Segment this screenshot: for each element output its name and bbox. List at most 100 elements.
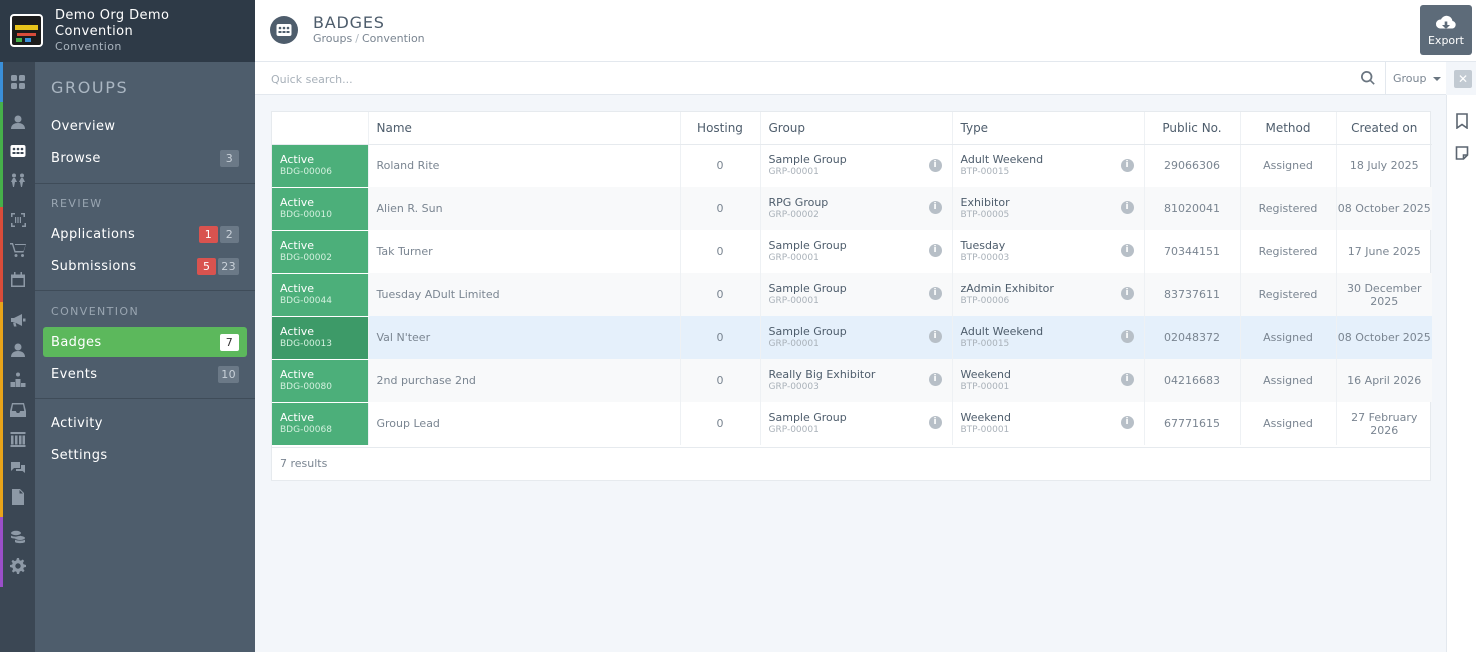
info-icon[interactable]: i — [928, 158, 942, 172]
status-cell: Active BDG-00068 — [272, 402, 368, 446]
info-icon[interactable]: i — [1120, 244, 1134, 257]
bookmark-icon[interactable] — [1455, 113, 1471, 130]
nav-divider — [35, 290, 255, 291]
search-icon[interactable] — [1361, 70, 1377, 86]
info-icon[interactable]: i — [928, 287, 942, 300]
nav-item-activity[interactable]: Activity — [43, 408, 247, 438]
nav-item-applications[interactable]: Applications 1 2 — [43, 219, 247, 249]
info-icon[interactable]: i — [1120, 373, 1134, 386]
column-header-public-no[interactable]: Public No. — [1143, 112, 1240, 145]
type-code: BTP-00003 — [960, 253, 1010, 263]
group-name[interactable]: Really Big Exhibitor — [769, 368, 952, 381]
badge-name[interactable]: Tak Turner — [367, 230, 680, 273]
document-icon[interactable] — [8, 487, 28, 507]
group-filter-dropdown[interactable]: Group — [1385, 62, 1446, 95]
table-row[interactable]: Active BDG-00010 Alien R. Sun 0 RPG Group… — [272, 187, 1432, 231]
badge-code: BDG-00068 — [280, 425, 332, 435]
megaphone-icon[interactable] — [8, 310, 28, 330]
badge-name[interactable]: Roland Rite — [367, 144, 680, 187]
badge-name[interactable]: Val N'teer — [367, 316, 680, 359]
badge-name[interactable]: Tuesday ADult Limited — [367, 273, 680, 316]
info-icon[interactable]: i — [928, 244, 942, 257]
export-button[interactable]: Export — [1420, 5, 1472, 55]
public-no: 29066306 — [1143, 144, 1240, 187]
ranking-icon[interactable] — [8, 370, 28, 390]
user-icon[interactable] — [8, 112, 28, 132]
info-icon[interactable]: i — [928, 201, 942, 214]
nav-item-submissions[interactable]: Submissions 5 23 — [43, 251, 247, 281]
table-row[interactable]: Active BDG-00080 2nd purchase 2nd 0 Reall… — [272, 359, 1432, 403]
groups-icon[interactable] — [8, 170, 28, 190]
badge-name[interactable]: Alien R. Sun — [367, 187, 680, 230]
org-logo — [10, 14, 43, 47]
type-name[interactable]: Weekend — [961, 368, 1144, 381]
column-header-group[interactable]: Group — [759, 112, 952, 145]
person-icon[interactable] — [8, 340, 28, 360]
badge-name[interactable]: 2nd purchase 2nd — [367, 359, 680, 402]
method-value: Registered — [1239, 230, 1336, 273]
info-icon[interactable]: i — [1120, 201, 1134, 214]
note-icon[interactable] — [1455, 145, 1471, 161]
close-icon[interactable]: ✕ — [1454, 70, 1472, 88]
type-name[interactable]: Exhibitor — [961, 196, 1144, 209]
info-icon[interactable]: i — [928, 373, 942, 386]
column-header-type[interactable]: Type — [951, 112, 1144, 145]
results-count: 7 results — [280, 457, 328, 470]
breadcrumb-groups[interactable]: Groups — [313, 32, 352, 45]
group-name[interactable]: Sample Group — [769, 282, 952, 295]
table-row[interactable]: Active BDG-00006 Roland Rite 0 Sample Gro… — [272, 144, 1432, 188]
chat-icon[interactable] — [8, 458, 28, 478]
column-header-hosting[interactable]: Hosting — [679, 112, 760, 145]
nav-item-settings[interactable]: Settings — [43, 440, 247, 470]
table-row-selected[interactable]: Active BDG-00013 Val N'teer 0 Sample Grou… — [272, 316, 1432, 360]
info-icon[interactable]: i — [928, 416, 942, 429]
column-header-name[interactable]: Name — [367, 112, 680, 145]
group-name[interactable]: RPG Group — [769, 196, 952, 209]
nav-item-events[interactable]: Events 10 — [43, 359, 247, 389]
group-name[interactable]: Sample Group — [769, 411, 952, 424]
type-code: BTP-00001 — [960, 382, 1010, 392]
table-row[interactable]: Active BDG-00044 Tuesday ADult Limited 0 … — [272, 273, 1432, 317]
created-date: 08 October 2025 — [1335, 187, 1432, 230]
badge-icon[interactable] — [8, 141, 28, 161]
type-name[interactable]: zAdmin Exhibitor — [961, 282, 1144, 295]
info-icon[interactable]: i — [1120, 158, 1134, 172]
type-name[interactable]: Adult Weekend — [961, 325, 1144, 338]
group-name[interactable]: Sample Group — [769, 325, 952, 338]
info-icon[interactable]: i — [1120, 416, 1134, 429]
library-icon[interactable] — [8, 429, 28, 449]
info-icon[interactable]: i — [928, 330, 942, 343]
status-cell: Active BDG-00013 — [272, 316, 368, 360]
status-badge: Active — [280, 239, 315, 252]
quick-search-input[interactable] — [271, 69, 1351, 89]
dashboard-icon[interactable] — [8, 72, 28, 92]
nav-item-overview[interactable]: Overview — [43, 111, 247, 141]
table-row[interactable]: Active BDG-00068 Group Lead 0 Sample Grou… — [272, 402, 1432, 446]
group-name[interactable]: Sample Group — [769, 153, 952, 166]
gear-icon[interactable] — [8, 556, 28, 576]
type-code: BTP-00001 — [960, 425, 1010, 435]
info-icon[interactable]: i — [1120, 287, 1134, 300]
type-name[interactable]: Tuesday — [961, 239, 1144, 252]
table-row[interactable]: Active BDG-00002 Tak Turner 0 Sample Grou… — [272, 230, 1432, 274]
info-icon[interactable]: i — [1120, 330, 1134, 343]
type-name[interactable]: Weekend — [961, 411, 1144, 424]
inbox-icon[interactable] — [8, 400, 28, 420]
coins-icon[interactable] — [8, 527, 28, 547]
nav-item-badges[interactable]: Badges 7 — [43, 327, 247, 357]
cart-icon[interactable] — [8, 240, 28, 260]
org-header[interactable]: Demo Org Demo Convention Convention — [0, 0, 255, 62]
column-header-status — [272, 112, 368, 145]
created-date: 30 December 2025 — [1335, 273, 1432, 316]
type-name[interactable]: Adult Weekend — [961, 153, 1144, 166]
group-filter-label: Group — [1393, 72, 1427, 85]
nav-item-browse[interactable]: Browse 3 — [43, 143, 247, 173]
breadcrumb-convention[interactable]: Convention — [362, 32, 425, 45]
calendar-icon[interactable] — [8, 270, 28, 290]
nav-item-label: Settings — [51, 447, 108, 463]
scan-icon[interactable] — [8, 210, 28, 230]
badge-name[interactable]: Group Lead — [367, 402, 680, 445]
column-header-method[interactable]: Method — [1239, 112, 1336, 145]
column-header-created-on[interactable]: Created on — [1335, 112, 1432, 145]
group-name[interactable]: Sample Group — [769, 239, 952, 252]
